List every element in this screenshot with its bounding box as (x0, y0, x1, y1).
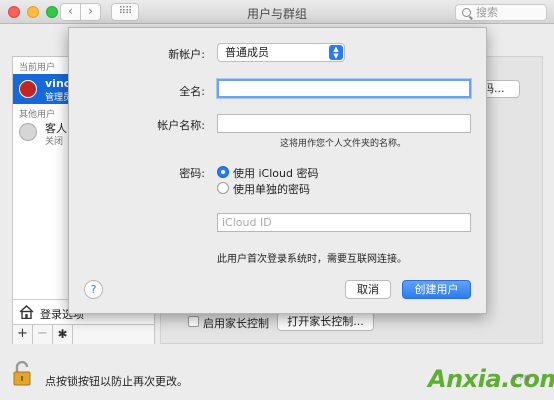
parental-controls-label: 启用家长控制 (203, 317, 269, 330)
icloud-id-field[interactable]: iCloud ID (217, 213, 471, 232)
full-name-field[interactable] (217, 79, 471, 98)
new-account-label: 新帐户: (168, 48, 205, 61)
search-placeholder: 搜索 (476, 6, 498, 19)
help-button[interactable]: ? (84, 280, 103, 299)
plus-icon: + (17, 326, 28, 341)
user-avatar (19, 80, 37, 98)
other-users-header: 其他用户 (19, 110, 56, 120)
account-type-value: 普通成员 (225, 46, 269, 59)
account-type-popup[interactable]: 普通成员 ▲ ▼ (217, 43, 345, 62)
search-icon (462, 8, 471, 17)
title-bar: ‹ › ⠿⠿ 用户与群组 搜索 (0, 0, 554, 24)
account-name-label: 帐户名称: (157, 119, 205, 132)
sidebar-toolbar: + − ✱ (13, 324, 154, 344)
guest-user-status: 关闭 (45, 137, 64, 147)
account-name-hint: 这将用作您个人文件夹的名称。 (280, 139, 407, 149)
password-label: 密码: (179, 167, 205, 180)
gear-icon: ✱ (57, 327, 68, 341)
watermark-logo: Anxia.com (428, 365, 554, 393)
new-account-sheet: 新帐户: 普通成员 ▲ ▼ 全名: 帐户名称: 这将用作您个人文件夹的名称。 密码… (68, 27, 487, 314)
add-user-button[interactable]: + (13, 325, 33, 344)
cancel-button[interactable]: 取消 (345, 280, 391, 299)
action-menu-button[interactable]: ✱ (53, 325, 73, 344)
watermark-caption: 安下载 (512, 375, 531, 382)
house-icon (19, 305, 34, 319)
lock-message: 点按锁按钮以防止再次更改。 (45, 375, 188, 388)
radio-icloud-password-label: 使用 iCloud 密码 (233, 167, 319, 180)
full-name-label: 全名: (179, 85, 205, 98)
remove-user-button[interactable]: − (33, 325, 53, 344)
lock-icon[interactable] (12, 361, 32, 386)
create-user-button[interactable]: 创建用户 (402, 280, 471, 299)
minus-icon: − (37, 326, 48, 341)
open-parental-controls-button[interactable]: 打开家长控制... (277, 312, 374, 331)
radio-separate-password-label: 使用单独的密码 (233, 183, 310, 196)
account-name-field[interactable] (217, 114, 471, 133)
radio-separate-password[interactable] (217, 182, 229, 194)
search-field[interactable]: 搜索 (455, 4, 547, 21)
guest-avatar (19, 123, 37, 141)
parental-controls-checkbox[interactable] (188, 316, 199, 327)
current-users-header: 当前用户 (19, 63, 56, 73)
users-groups-window: ‹ › ⠿⠿ 用户与群组 搜索 当前用户 vinca 管理员 其他用户 客人 关… (0, 0, 554, 400)
radio-icloud-password[interactable] (217, 166, 229, 178)
updown-chevron-icon: ▲ ▼ (329, 45, 343, 60)
internet-notice: 此用户首次登录系统时，需要互联网连接。 (217, 254, 407, 265)
